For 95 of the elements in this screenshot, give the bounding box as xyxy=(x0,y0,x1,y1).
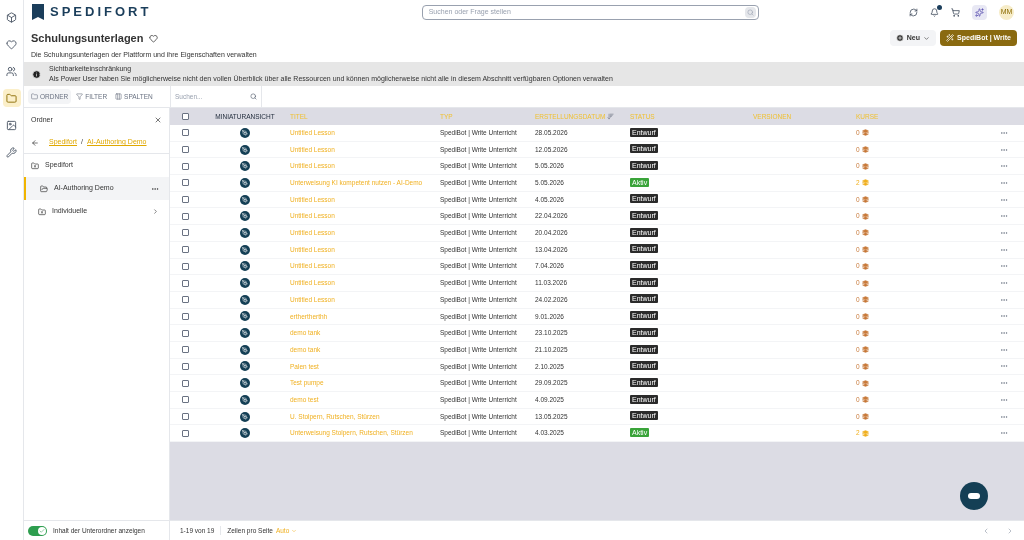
caret-icon xyxy=(923,34,931,42)
caret-icon xyxy=(291,527,298,534)
checkbox[interactable] xyxy=(181,129,189,137)
folder-icon xyxy=(31,93,38,100)
brand-name: SPEDIFORT xyxy=(50,3,152,22)
sparkles-icon xyxy=(975,7,984,17)
lesson-thumbnail-icon xyxy=(240,261,250,272)
checkbox[interactable] xyxy=(181,279,189,287)
folder-icon xyxy=(40,184,48,193)
layers-icon xyxy=(861,162,869,170)
plus-icon xyxy=(895,34,904,42)
box-icon xyxy=(6,11,17,23)
checkbox[interactable] xyxy=(181,296,189,304)
filter-icon xyxy=(76,93,84,100)
layers-icon xyxy=(861,179,869,187)
layers-icon xyxy=(861,429,869,437)
wand-icon xyxy=(946,34,955,42)
lesson-thumbnail-icon xyxy=(240,161,250,172)
lesson-thumbnail-icon xyxy=(240,311,250,322)
layers-icon xyxy=(861,379,869,387)
columns-icon xyxy=(115,93,123,100)
layers-icon xyxy=(861,246,869,254)
lesson-thumbnail-icon xyxy=(240,361,250,372)
wrench-icon xyxy=(6,146,17,158)
favorite-icon[interactable] xyxy=(149,33,159,43)
checkbox[interactable] xyxy=(181,329,189,337)
layers-icon xyxy=(861,212,869,220)
layers-icon xyxy=(861,296,869,304)
lesson-thumbnail-icon xyxy=(240,278,250,289)
layers-icon xyxy=(861,413,869,421)
image-icon xyxy=(6,119,17,131)
checkbox[interactable] xyxy=(181,146,189,154)
ai-button[interactable] xyxy=(972,4,987,20)
layers-icon xyxy=(861,129,869,137)
lesson-thumbnail-icon xyxy=(240,127,250,138)
sort-icon[interactable] xyxy=(607,113,615,120)
page-title: Schulungsunterlagen xyxy=(31,31,144,46)
toggle-switch[interactable] xyxy=(28,525,47,536)
heart-icon xyxy=(6,38,17,50)
lesson-thumbnail-icon xyxy=(240,428,250,439)
checkbox[interactable] xyxy=(181,362,189,370)
checkbox[interactable] xyxy=(181,379,189,387)
lesson-thumbnail-icon xyxy=(240,144,250,155)
layers-icon xyxy=(861,346,869,354)
lesson-thumbnail-icon xyxy=(240,394,250,405)
checkbox[interactable] xyxy=(181,229,189,237)
search-icon xyxy=(250,93,257,100)
layers-icon xyxy=(861,229,869,237)
lesson-thumbnail-icon xyxy=(240,194,250,205)
layers-icon xyxy=(861,396,869,404)
layers-icon xyxy=(861,146,869,154)
checkbox[interactable] xyxy=(181,312,189,320)
layers-icon xyxy=(861,279,869,287)
lesson-thumbnail-icon xyxy=(240,211,250,222)
checkbox[interactable] xyxy=(181,346,189,354)
checkbox[interactable] xyxy=(181,162,189,170)
checkbox[interactable] xyxy=(181,196,189,204)
checkbox[interactable] xyxy=(181,429,189,437)
checkbox[interactable] xyxy=(181,246,189,254)
nav-item[interactable] xyxy=(2,89,21,107)
lesson-thumbnail-icon xyxy=(240,328,250,339)
bell-icon[interactable] xyxy=(930,7,939,17)
checkbox[interactable] xyxy=(181,262,189,270)
folder-icon xyxy=(38,207,46,216)
lesson-thumbnail-icon xyxy=(240,244,250,255)
layers-icon xyxy=(861,262,869,270)
layers-icon xyxy=(861,312,869,320)
lesson-thumbnail-icon xyxy=(240,344,250,355)
users-icon xyxy=(6,65,17,77)
checkbox[interactable] xyxy=(181,179,189,187)
folder-icon xyxy=(6,92,17,104)
logo-icon xyxy=(32,4,44,20)
close-icon[interactable] xyxy=(154,116,162,124)
checkbox[interactable] xyxy=(181,113,189,120)
checkbox[interactable] xyxy=(181,396,189,404)
checkbox[interactable] xyxy=(181,413,189,421)
lesson-thumbnail-icon xyxy=(240,411,250,422)
layers-icon xyxy=(861,196,869,204)
refresh-icon[interactable] xyxy=(909,7,918,17)
chevron-icon[interactable] xyxy=(152,208,159,215)
folder-icon xyxy=(31,161,39,170)
check-icon xyxy=(39,527,45,534)
back-icon[interactable] xyxy=(31,138,39,147)
search-icon xyxy=(746,8,754,16)
lesson-thumbnail-icon xyxy=(240,294,250,305)
lesson-thumbnail-icon xyxy=(240,227,250,238)
lesson-thumbnail-icon xyxy=(240,177,250,188)
checkbox[interactable] xyxy=(181,212,189,220)
layers-icon xyxy=(861,362,869,370)
layers-icon xyxy=(861,329,869,337)
chat-button[interactable] xyxy=(960,482,988,510)
lesson-thumbnail-icon xyxy=(240,378,250,389)
chat-icon xyxy=(968,493,980,499)
cart-icon[interactable] xyxy=(951,7,960,17)
info-icon xyxy=(32,69,41,79)
